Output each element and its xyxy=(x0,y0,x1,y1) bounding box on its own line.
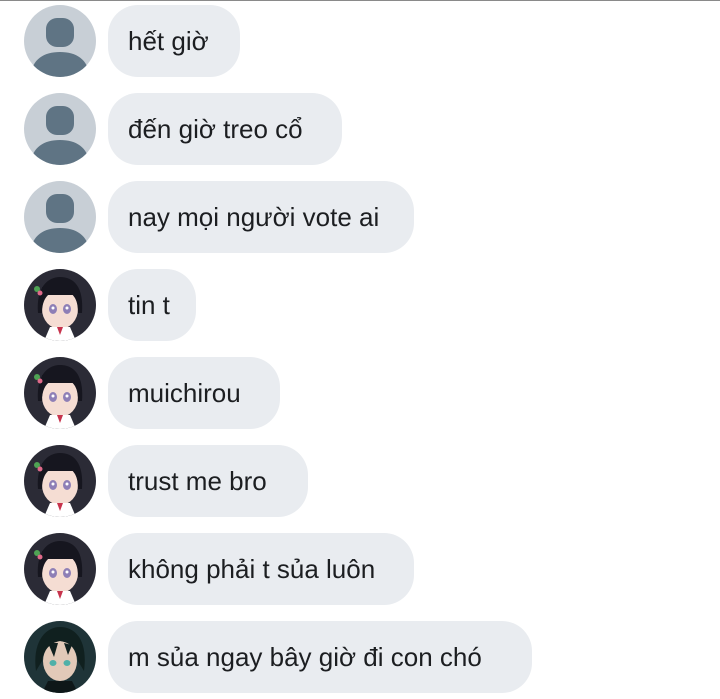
message-bubble[interactable]: tin t xyxy=(108,269,196,341)
message-row: muichirou xyxy=(0,357,720,429)
message-bubble[interactable]: không phải t sủa luôn xyxy=(108,533,414,605)
message-bubble[interactable]: đến giờ treo cổ xyxy=(108,93,342,165)
anime-girl-avatar[interactable] xyxy=(24,269,96,341)
anime-girl-avatar[interactable] xyxy=(24,357,96,429)
anime-girl-avatar[interactable] xyxy=(24,445,96,517)
message-row: m sủa ngay bây giờ đi con chó xyxy=(0,621,720,693)
message-bubble[interactable]: nay mọi người vote ai xyxy=(108,181,414,253)
anime-girl-avatar[interactable] xyxy=(24,533,96,605)
default-avatar-icon[interactable] xyxy=(24,93,96,165)
top-divider xyxy=(0,0,720,1)
default-avatar-icon[interactable] xyxy=(24,181,96,253)
message-row: đến giờ treo cổ xyxy=(0,93,720,165)
message-row: hết giờ xyxy=(0,5,720,77)
default-avatar-icon[interactable] xyxy=(24,5,96,77)
message-row: không phải t sủa luôn xyxy=(0,533,720,605)
message-bubble[interactable]: m sủa ngay bây giờ đi con chó xyxy=(108,621,532,693)
message-row: nay mọi người vote ai xyxy=(0,181,720,253)
message-bubble[interactable]: hết giờ xyxy=(108,5,240,77)
message-row: trust me bro xyxy=(0,445,720,517)
message-row: tin t xyxy=(0,269,720,341)
message-bubble[interactable]: trust me bro xyxy=(108,445,308,517)
message-bubble[interactable]: muichirou xyxy=(108,357,280,429)
anime-boy-avatar[interactable] xyxy=(24,621,96,693)
